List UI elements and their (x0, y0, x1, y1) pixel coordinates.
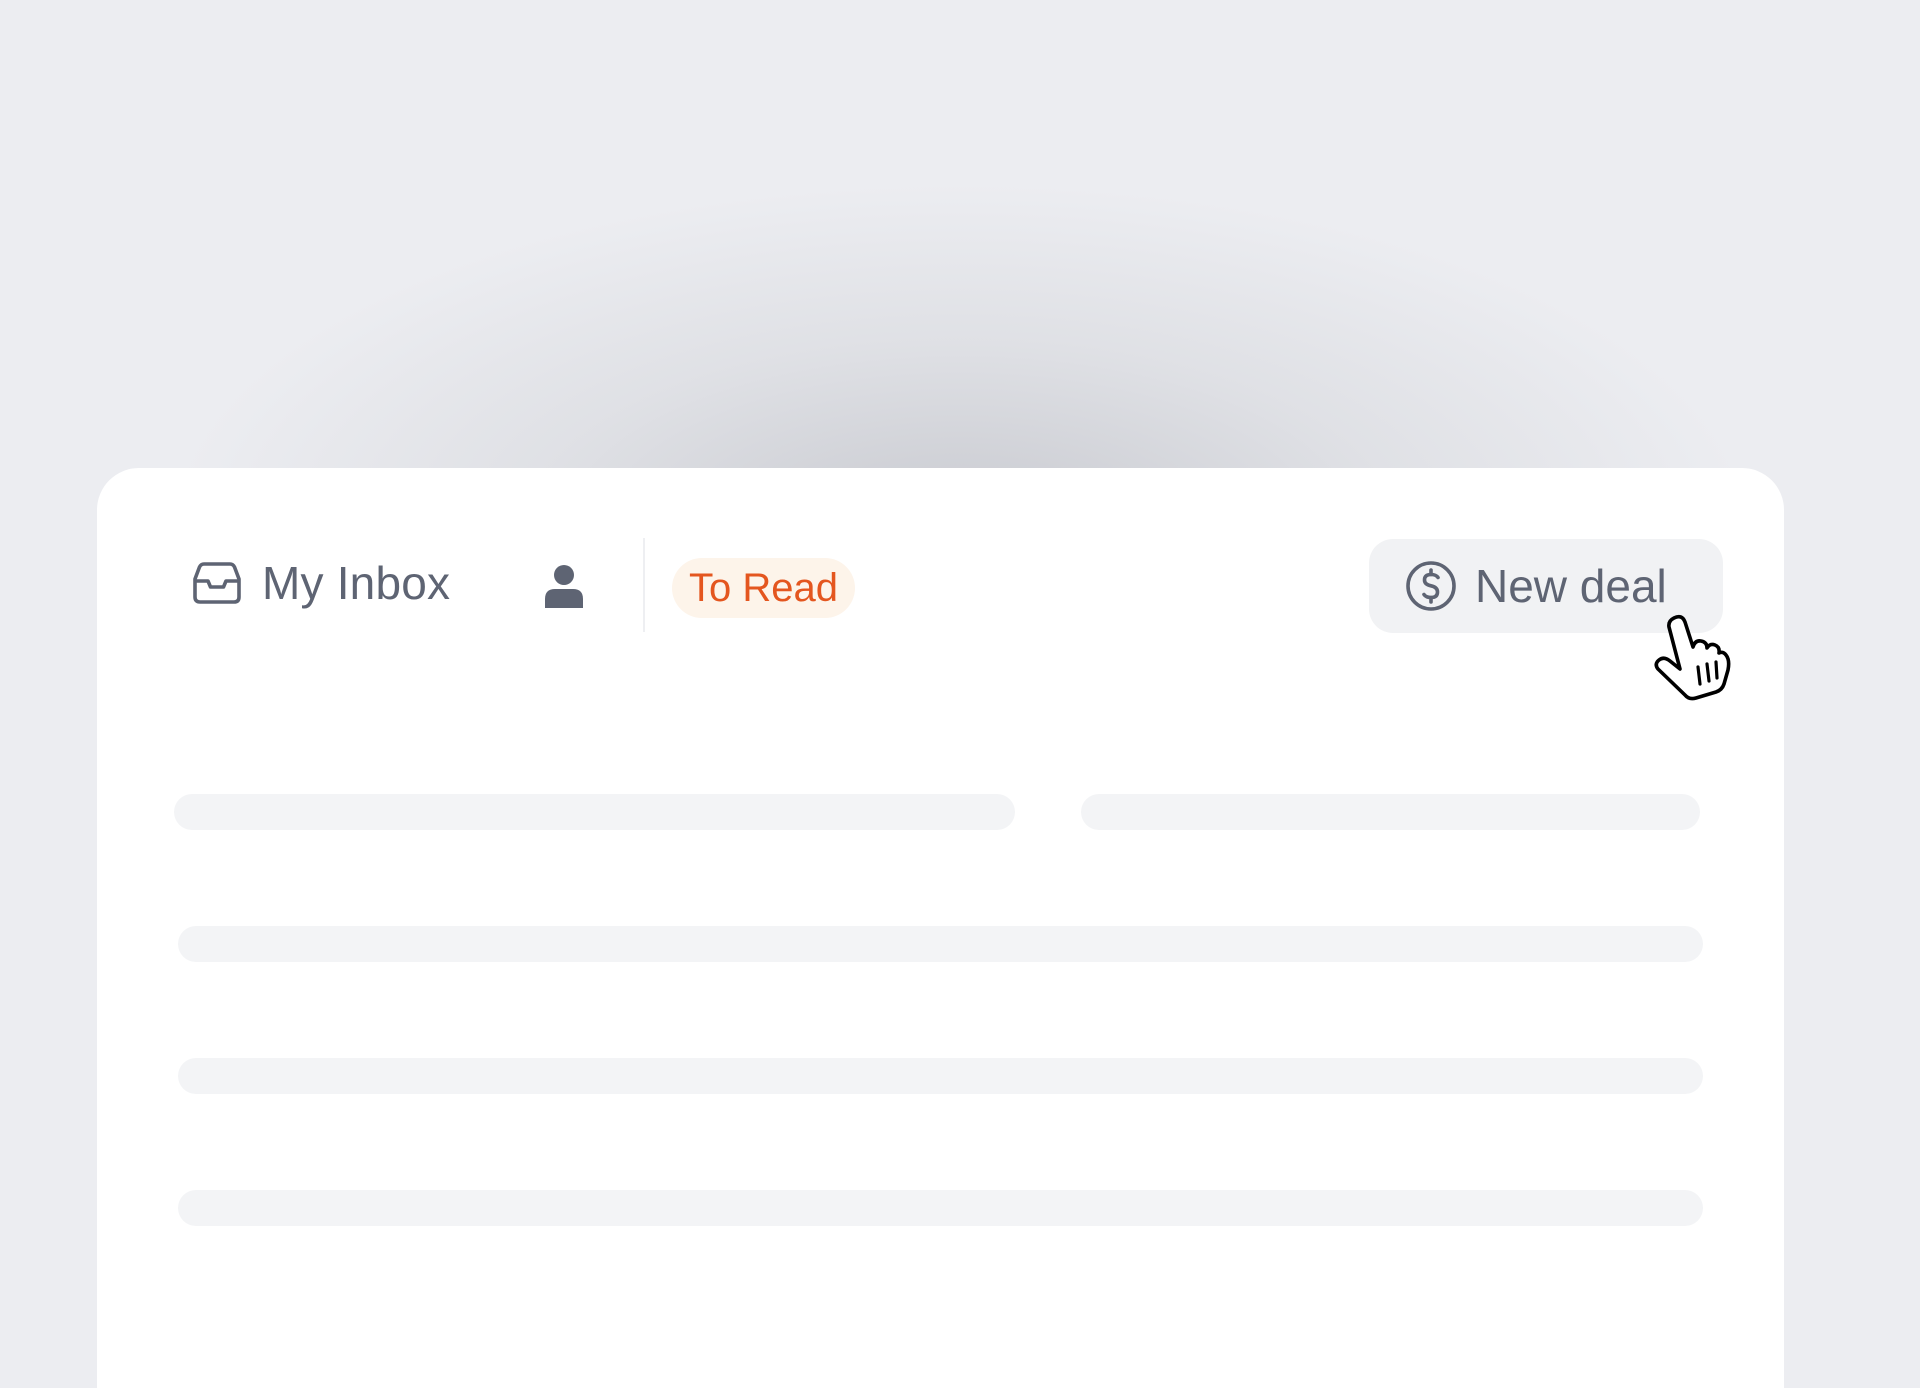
skeleton-line (178, 1058, 1703, 1094)
dollar-circle-icon (1405, 560, 1457, 612)
skeleton-line (1081, 794, 1700, 830)
toolbar-divider (643, 538, 645, 632)
user-icon[interactable] (542, 564, 586, 608)
my-inbox-tab[interactable]: My Inbox (192, 557, 450, 609)
new-deal-label: New deal (1475, 560, 1667, 612)
inbox-card: My Inbox To Read New deal (97, 468, 1784, 1388)
pointer-hand-icon (1652, 612, 1744, 704)
inbox-tray-icon (192, 561, 242, 605)
skeleton-line (178, 1190, 1703, 1226)
skeleton-line (178, 926, 1703, 962)
my-inbox-label: My Inbox (262, 557, 451, 609)
to-read-badge[interactable]: To Read (672, 558, 855, 618)
toolbar: My Inbox To Read New deal (97, 468, 1784, 638)
skeleton-line (174, 794, 1015, 830)
